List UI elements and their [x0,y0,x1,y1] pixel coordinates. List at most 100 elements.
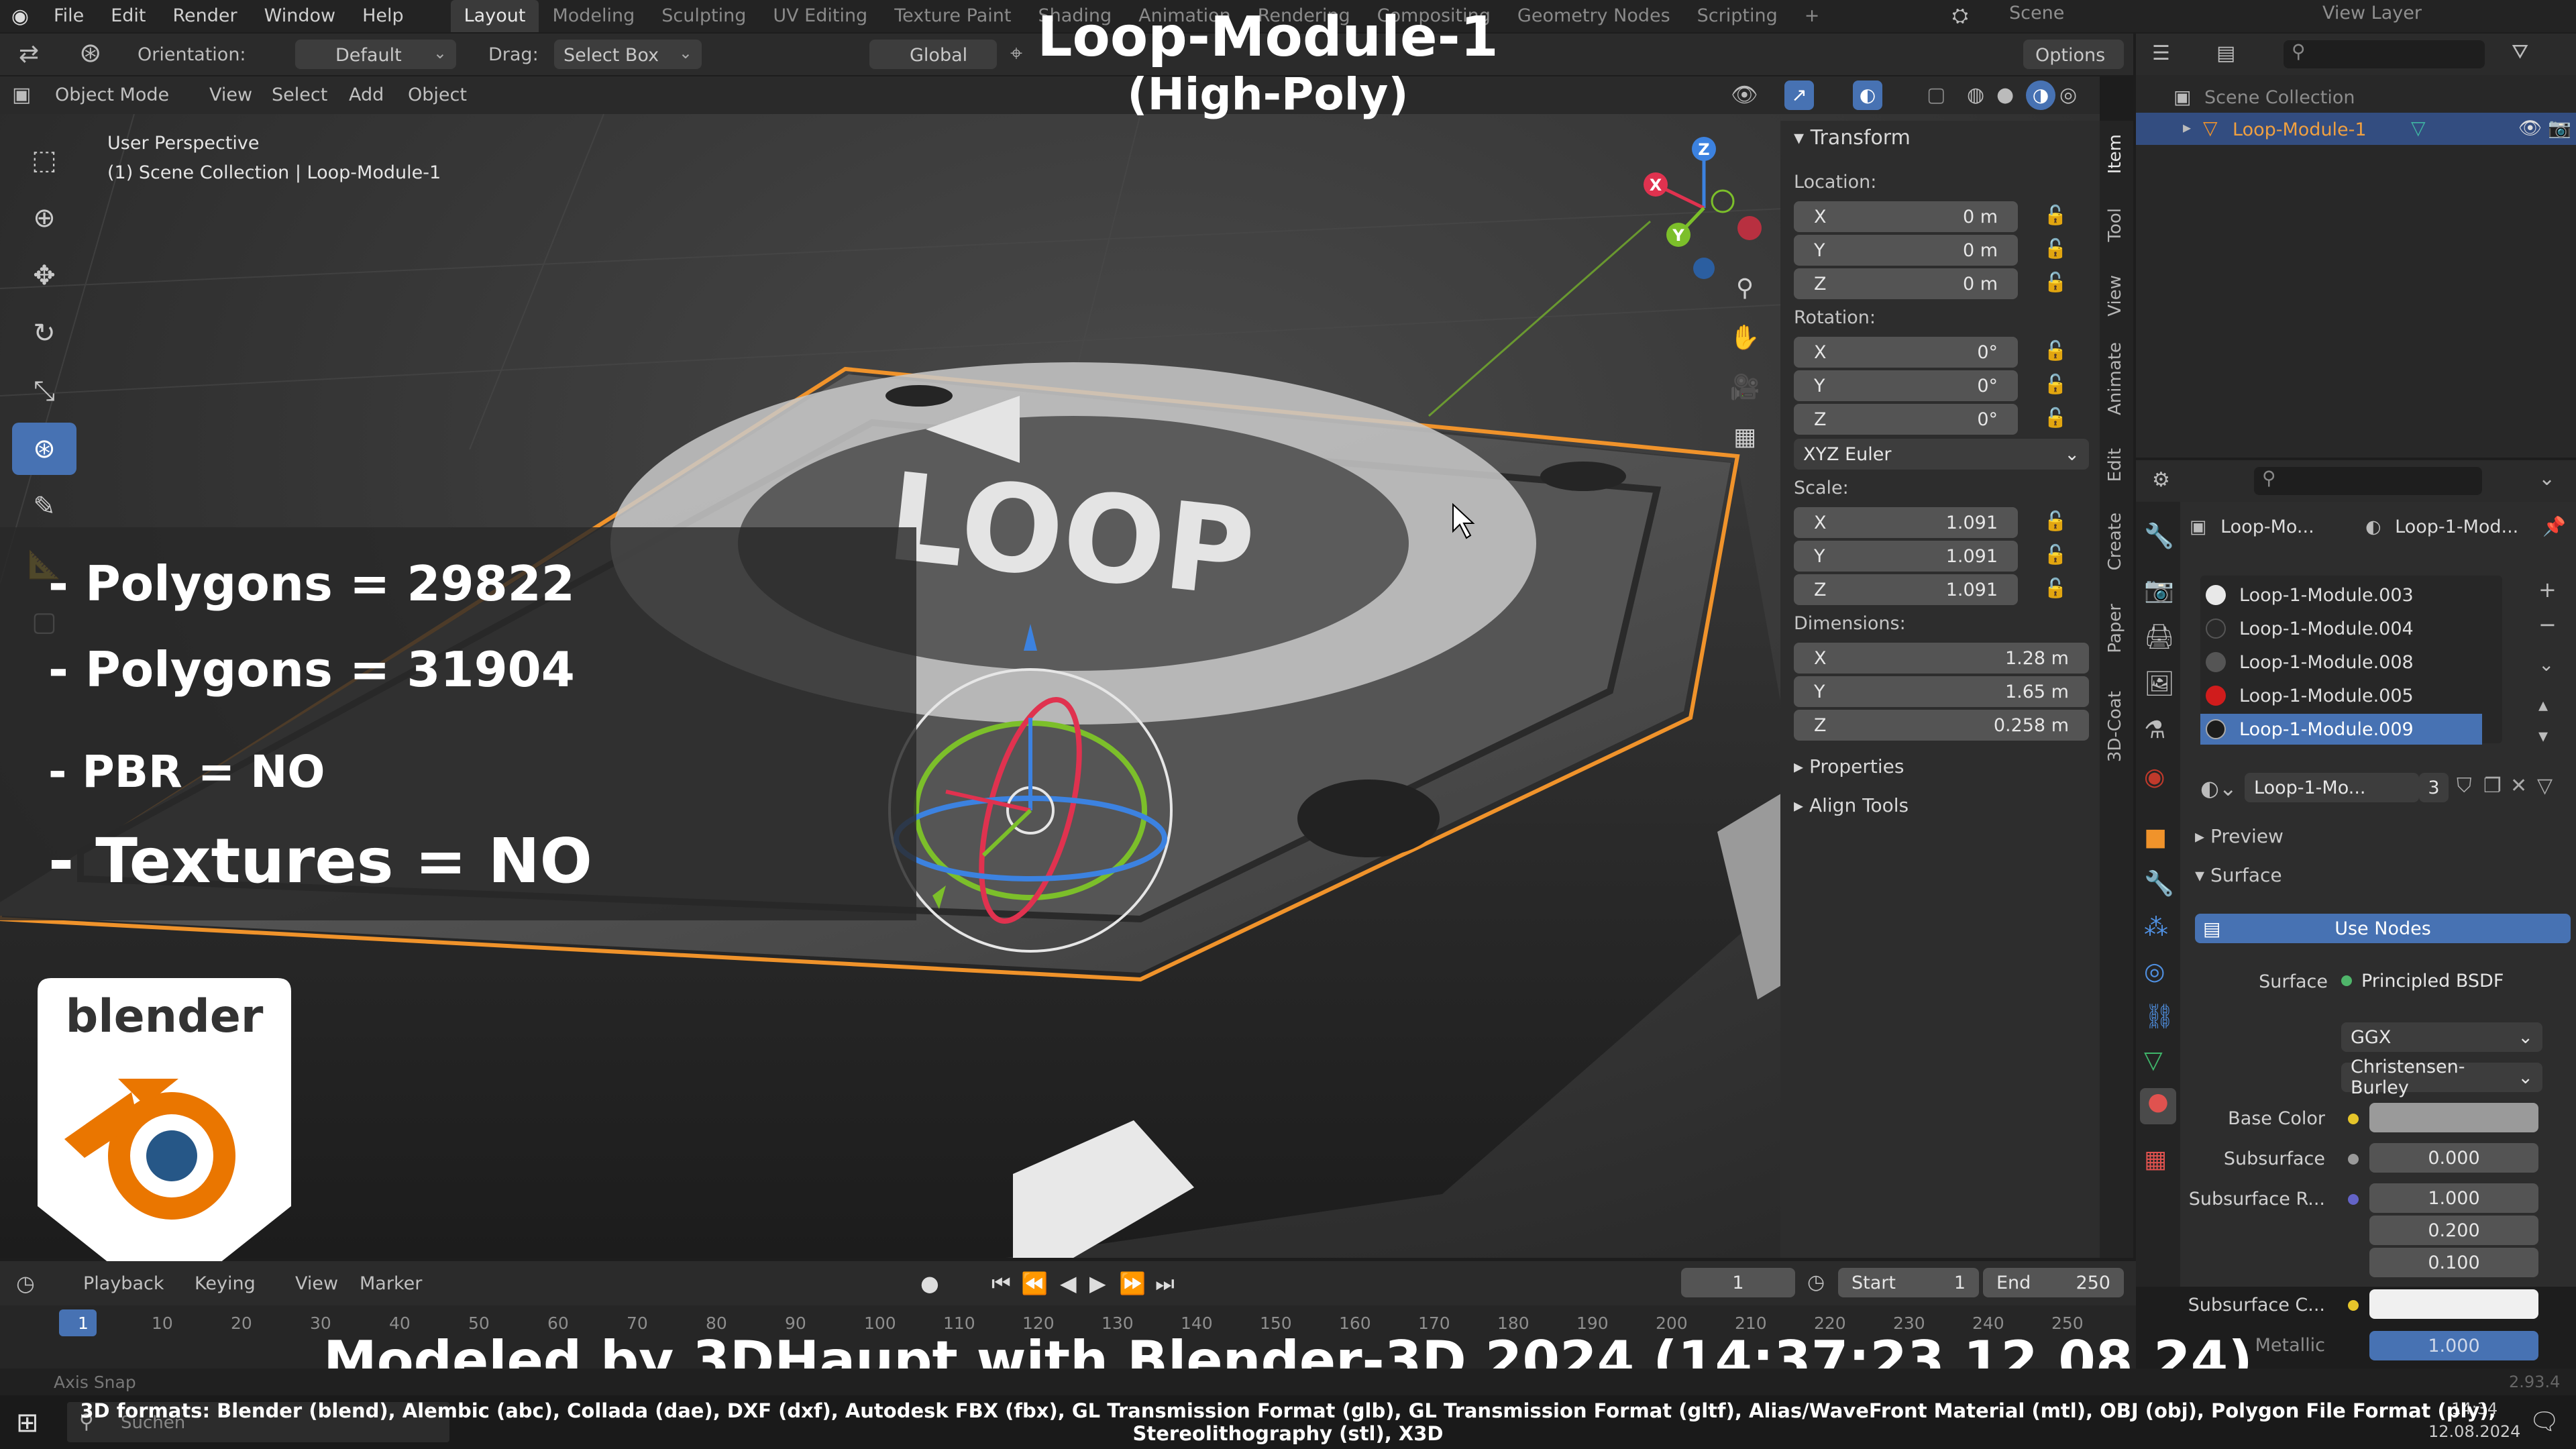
annotate-icon[interactable]: ✎ [12,480,76,533]
material-slot[interactable]: Loop-1-Module.004 [2200,613,2482,644]
render-properties-icon[interactable]: 📷 [2144,576,2174,604]
chevron-down-icon[interactable]: ⌄ [2538,467,2555,490]
lock-icon[interactable]: 🔓 [2042,543,2069,570]
scene-properties-icon[interactable]: ⚗ [2144,716,2165,744]
current-frame-field[interactable]: 1 [1681,1268,1795,1297]
fake-user-icon[interactable]: ⛉ [2457,774,2472,798]
overlay-toggle-icon[interactable]: ◐ [1853,80,1882,110]
material-slot[interactable]: Loop-1-Module.008 [2200,647,2482,678]
dimension-y-field[interactable]: Y 1.65 m [1794,676,2089,707]
rotation-z-field[interactable]: Z 0° [1794,404,2018,435]
tab-sculpting[interactable]: Sculpting [648,0,759,32]
menu-view[interactable]: View [209,85,252,105]
eye-icon[interactable]: 👁 [2518,117,2542,139]
modifier-properties-icon[interactable]: 🔧 [2144,869,2174,898]
timeline-editor-icon[interactable]: ◷ [16,1271,35,1296]
scale-z-field[interactable]: Z 1.091 [1794,574,2018,605]
add-slot-icon[interactable]: + [2538,577,2557,602]
properties-panel-header[interactable]: ▸ Properties [1794,755,1904,777]
lock-icon[interactable]: 🔓 [2042,339,2069,366]
texture-properties-icon[interactable]: ▦ [2144,1146,2167,1173]
view-layer-icon[interactable]: 🖼 [2144,669,2175,698]
scene-selector[interactable]: Scene [2009,3,2064,23]
subsurface-radius-y[interactable]: 0.200 [2369,1216,2538,1245]
subsurface-radius-x[interactable]: 1.000 [2369,1183,2538,1213]
tab-layout[interactable]: Layout [450,0,539,32]
menu-help[interactable]: Help [349,0,417,32]
material-properties-icon[interactable]: ● [2140,1088,2176,1124]
subsurface-color-swatch[interactable] [2369,1289,2538,1319]
menu-edit[interactable]: Edit [97,0,159,32]
options-dropdown[interactable]: Options [2023,40,2124,69]
unlink-material-icon[interactable]: ✕ [2510,774,2527,798]
move-down-icon[interactable]: ▾ [2538,724,2548,747]
material-name-field[interactable]: Loop-1-Mo... [2245,773,2419,802]
lock-icon[interactable]: 🔓 [2042,373,2069,400]
properties-editor-icon[interactable]: ⚙ [2152,468,2170,492]
tab-modeling[interactable]: Modeling [539,0,648,32]
tab-tool[interactable]: Tool [2105,208,2125,242]
scale-y-field[interactable]: Y 1.091 [1794,541,2018,572]
material-slot-selected[interactable]: Loop-1-Module.009 [2200,714,2482,745]
preview-panel-header[interactable]: ▸ Preview [2195,825,2284,847]
material-slot[interactable]: Loop-1-Module.003 [2200,580,2482,610]
cursor-icon[interactable]: ⊕ [12,192,76,244]
orientation-dropdown[interactable]: Default ⌄ [295,40,456,69]
jump-start-icon[interactable]: ⏮ [991,1271,1011,1297]
play-reverse-icon[interactable]: ◀ [1060,1271,1077,1296]
drag-dropdown[interactable]: Select Box ⌄ [554,40,702,69]
duplicate-material-icon[interactable]: ❐ [2483,774,2502,798]
tab-scripting[interactable]: Scripting [1684,0,1791,32]
select-mode-icon[interactable]: ⇄ [19,40,39,68]
lock-icon[interactable]: 🔓 [2042,237,2069,264]
navigation-gizmo[interactable]: Z X Y [1630,134,1778,282]
menu-object[interactable]: Object [408,85,467,105]
lock-icon[interactable]: 🔓 [2042,510,2069,537]
shading-rendered-icon[interactable]: ◎ [2059,83,2077,107]
tab-paper[interactable]: Paper [2105,604,2125,653]
jump-end-icon[interactable]: ⏭ [1155,1271,1175,1297]
lock-icon[interactable]: 🔓 [2042,577,2069,604]
expand-arrow-icon[interactable]: ▸ [2183,118,2191,137]
transform-panel-header[interactable]: ▾ Transform [1794,126,1911,150]
camera-view-icon[interactable]: 🎥 [1724,366,1766,408]
record-icon[interactable]: ● [920,1271,939,1296]
physics-properties-icon[interactable]: ◎ [2144,958,2165,985]
constraints-properties-icon[interactable]: ⛓ [2144,1002,2175,1030]
xray-icon[interactable]: ▢ [1927,83,1945,107]
blender-menu-icon[interactable]: ◉ [0,0,40,32]
move-up-icon[interactable]: ▴ [2538,694,2548,716]
world-properties-icon[interactable]: ◉ [2144,763,2165,791]
tool-properties-icon[interactable]: 🔧 [2144,522,2174,550]
menu-file[interactable]: File [40,0,97,32]
menu-view[interactable]: View [295,1273,338,1294]
scene-icon[interactable]: ⛭ [1952,4,1968,28]
base-color-swatch[interactable] [2369,1103,2538,1132]
dimension-z-field[interactable]: Z 0.258 m [1794,710,2089,741]
pin-icon[interactable]: 📌 [2542,515,2566,537]
data-properties-icon[interactable]: ▽ [2144,1046,2163,1074]
scale-x-field[interactable]: X 1.091 [1794,507,2018,538]
scale-icon[interactable]: ⤡ [12,365,76,417]
distribution-dropdown[interactable]: GGX ⌄ [2341,1022,2542,1052]
add-workspace-icon[interactable]: + [1791,0,1833,32]
align-tools-panel-header[interactable]: ▸ Align Tools [1794,794,1909,816]
active-tool-icon[interactable]: ⊛ [79,38,102,68]
menu-add[interactable]: Add [349,85,384,105]
use-nodes-button[interactable]: ▤ Use Nodes [2195,914,2571,943]
next-keyframe-icon[interactable]: ⏩ [1119,1271,1146,1296]
camera-icon[interactable]: 📷 [2548,117,2571,139]
visibility-icon[interactable]: 👁 [1731,82,1758,107]
tab-animate[interactable]: Animate [2105,342,2125,415]
tab-uv-editing[interactable]: UV Editing [759,0,881,32]
end-frame-field[interactable]: End 250 [1983,1268,2124,1297]
editor-type-icon[interactable]: ▣ [12,83,31,107]
output-properties-icon[interactable]: 🖨 [2144,623,2175,651]
menu-render[interactable]: Render [159,0,250,32]
rotation-y-field[interactable]: Y 0° [1794,370,2018,401]
outliner-row-object[interactable]: ▸ ▽ Loop-Module-1 ▽ 👁 📷 [2136,113,2576,145]
object-properties-icon[interactable]: ■ [2144,824,2167,851]
surface-panel-header[interactable]: ▾ Surface [2195,864,2282,886]
slot-specials-icon[interactable]: ⌄ [2538,653,2554,676]
subsurface-method-dropdown[interactable]: Christensen-Burley ⌄ [2341,1057,2542,1098]
